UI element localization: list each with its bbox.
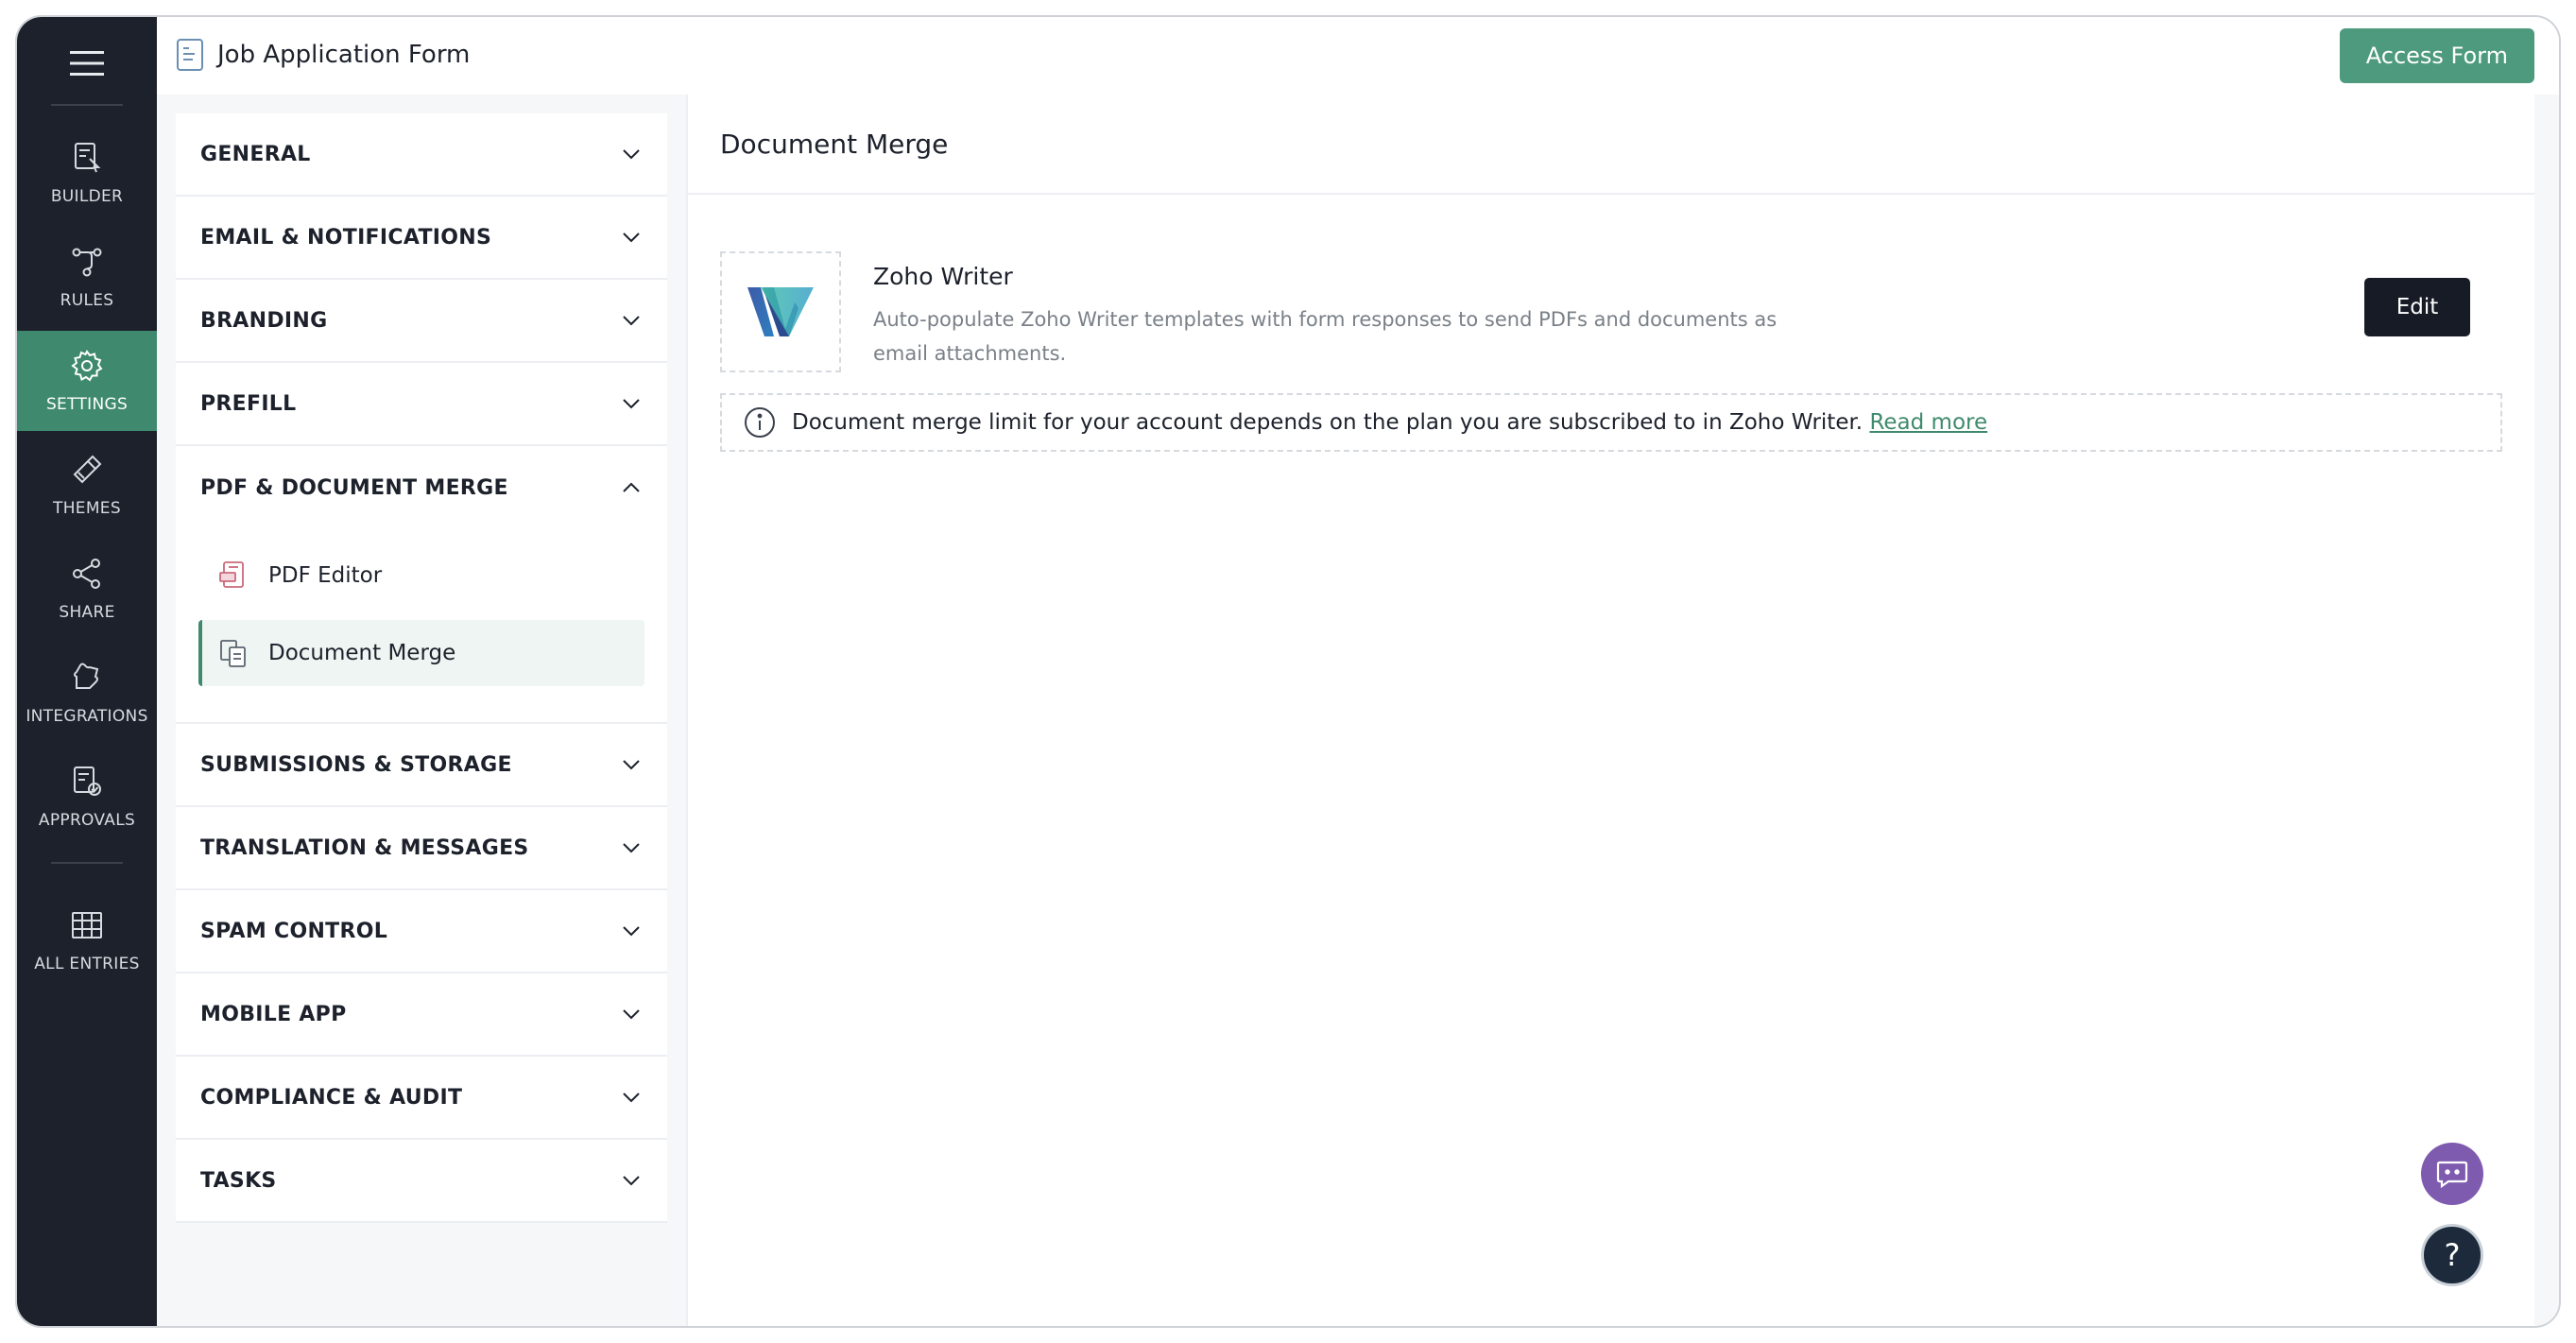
puzzle-icon [74, 663, 99, 689]
top-bar: Job Application Form Access Form [157, 17, 2559, 96]
settings-menu: GENERAL EMAIL & NOTIFICATIONS BRANDING P… [176, 113, 667, 1223]
form-title: Job Application Form [217, 41, 471, 69]
gear-icon [71, 350, 103, 382]
zoho-writer-logo [720, 251, 841, 372]
content-area: GENERAL EMAIL & NOTIFICATIONS BRANDING P… [157, 95, 2559, 1326]
left-rail: BUILDER RULES SETTINGS THEMES SHARE INTE… [17, 17, 157, 1326]
menu-item-submissions-storage[interactable]: SUBMISSIONS & STORAGE [176, 724, 667, 807]
menu-item-mobile-app[interactable]: MOBILE APP [176, 973, 667, 1057]
integration-description: Auto-populate Zoho Writer templates with… [873, 308, 1777, 365]
rail-label: APPROVALS [38, 811, 136, 830]
menu-item-general[interactable]: GENERAL [176, 113, 667, 197]
pdf-file-icon [219, 561, 244, 588]
rail-item-approvals[interactable]: APPROVALS [17, 747, 157, 847]
chevron-down-icon [623, 926, 640, 937]
hamburger-menu-button[interactable] [61, 38, 112, 89]
panel-title: Document Merge [688, 95, 2534, 195]
rail-separator [51, 104, 123, 106]
chevron-up-icon [623, 482, 640, 492]
help-button[interactable]: ? [2421, 1224, 2483, 1286]
menu-item-label: MOBILE APP [200, 1002, 347, 1026]
chat-bot-icon [2436, 1161, 2468, 1189]
submenu-item-label: PDF Editor [268, 563, 383, 588]
rail-item-integrations[interactable]: INTEGRATIONS [17, 643, 157, 743]
share-icon [73, 559, 100, 589]
menu-item-compliance-audit[interactable]: COMPLIANCE & AUDIT [176, 1057, 667, 1140]
rules-icon [72, 248, 102, 277]
zoho-writer-integration: Zoho Writer Auto-populate Zoho Writer te… [720, 251, 2502, 374]
rail-label: THEMES [53, 499, 121, 518]
rail-separator [51, 862, 123, 864]
chevron-down-icon [623, 232, 640, 243]
rail-item-rules[interactable]: RULES [17, 227, 157, 327]
submenu-item-document-merge[interactable]: Document Merge [198, 620, 644, 686]
menu-item-label: PREFILL [200, 391, 297, 416]
rail-item-all-entries[interactable]: ALL ENTRIES [17, 890, 157, 990]
menu-item-pdf-document-merge[interactable]: PDF & DOCUMENT MERGE [176, 446, 667, 529]
submenu-item-pdf-editor[interactable]: PDF Editor [198, 542, 644, 609]
menu-item-prefill[interactable]: PREFILL [176, 363, 667, 446]
table-icon [72, 912, 102, 938]
menu-item-label: EMAIL & NOTIFICATIONS [200, 225, 492, 250]
chevron-down-icon [623, 843, 640, 853]
menu-item-label: COMPLIANCE & AUDIT [200, 1085, 463, 1110]
rail-label: SHARE [59, 603, 115, 622]
form-title-area: Job Application Form [176, 38, 470, 72]
rail-item-share[interactable]: SHARE [17, 539, 157, 639]
menu-item-label: GENERAL [200, 142, 311, 166]
submenu-item-label: Document Merge [268, 641, 456, 665]
menu-item-tasks[interactable]: TASKS [176, 1140, 667, 1223]
menu-item-label: TASKS [200, 1168, 277, 1193]
chevron-down-icon [623, 316, 640, 326]
rail-item-settings[interactable]: SETTINGS [17, 331, 157, 431]
hamburger-icon [70, 51, 104, 76]
rail-label: RULES [60, 291, 114, 310]
rail-label: INTEGRATIONS [26, 707, 148, 726]
menu-item-label: BRANDING [200, 308, 328, 333]
pdf-document-merge-submenu: PDF Editor Document Merge [176, 529, 667, 724]
menu-item-branding[interactable]: BRANDING [176, 280, 667, 363]
menu-item-label: SPAM CONTROL [200, 919, 388, 943]
info-icon [745, 407, 775, 438]
integration-name: Zoho Writer [873, 263, 1013, 290]
menu-item-label: PDF & DOCUMENT MERGE [200, 475, 508, 500]
chevron-down-icon [623, 399, 640, 409]
approvals-icon [74, 766, 101, 796]
document-merge-limit-notice: Document merge limit for your account de… [720, 393, 2502, 452]
chat-assistant-button[interactable] [2421, 1143, 2483, 1205]
chevron-down-icon [623, 1009, 640, 1020]
document-merge-icon [220, 640, 246, 667]
menu-item-email-notifications[interactable]: EMAIL & NOTIFICATIONS [176, 197, 667, 280]
chevron-down-icon [623, 1176, 640, 1186]
rail-label: BUILDER [50, 187, 124, 206]
chevron-down-icon [623, 760, 640, 770]
access-form-button[interactable]: Access Form [2339, 28, 2534, 83]
menu-item-translation-messages[interactable]: TRANSLATION & MESSAGES [176, 807, 667, 890]
notice-text: Document merge limit for your account de… [792, 410, 1863, 435]
chevron-down-icon [623, 1093, 640, 1103]
menu-item-label: SUBMISSIONS & STORAGE [200, 752, 512, 777]
rail-item-themes[interactable]: THEMES [17, 435, 157, 535]
zoho-writer-logo-icon [747, 287, 814, 336]
rail-item-builder[interactable]: BUILDER [17, 123, 157, 223]
notice-text-line: Document merge limit for your account de… [792, 410, 1987, 435]
form-document-icon [177, 39, 203, 71]
chevron-down-icon [623, 149, 640, 160]
document-merge-panel: Document Merge Zoho Writer Auto-populate… [686, 95, 2534, 1326]
paint-icon [73, 455, 102, 484]
menu-item-label: TRANSLATION & MESSAGES [200, 835, 529, 860]
help-icon: ? [2444, 1237, 2461, 1273]
edit-button[interactable]: Edit [2364, 278, 2470, 336]
menu-item-spam-control[interactable]: SPAM CONTROL [176, 890, 667, 973]
rail-label: ALL ENTRIES [34, 955, 140, 973]
builder-icon [75, 143, 101, 173]
app-window: BUILDER RULES SETTINGS THEMES SHARE INTE… [15, 15, 2561, 1328]
read-more-link[interactable]: Read more [1869, 410, 1987, 435]
rail-label: SETTINGS [45, 395, 129, 414]
